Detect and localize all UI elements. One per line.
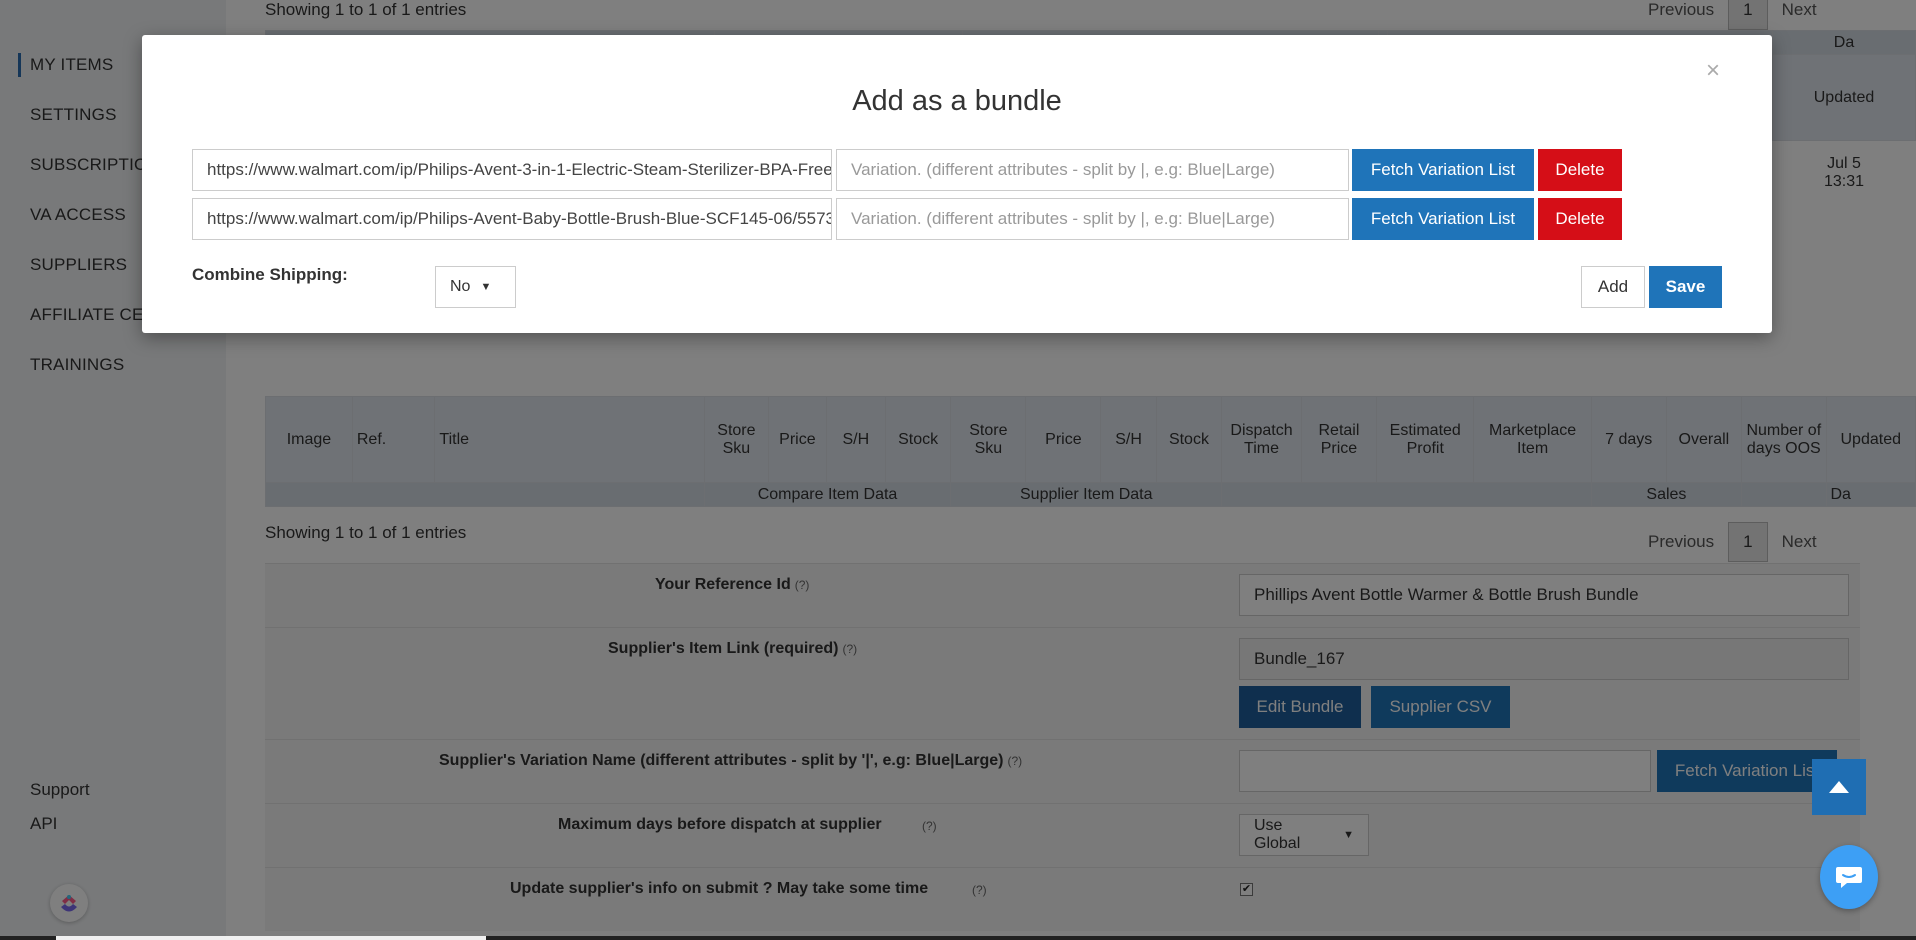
bundle-variation-input-2[interactable]: Variation. (different attributes - split…	[836, 198, 1349, 240]
bundle-url-input-2[interactable]: https://www.walmart.com/ip/Philips-Avent…	[192, 198, 832, 240]
scroll-to-top-button[interactable]	[1812, 759, 1866, 815]
fetch-variation-button-1[interactable]: Fetch Variation List	[1352, 149, 1534, 191]
arrow-up-icon	[1829, 781, 1849, 793]
fetch-variation-button-2[interactable]: Fetch Variation List	[1352, 198, 1534, 240]
combine-shipping-label: Combine Shipping:	[192, 265, 348, 284]
close-icon[interactable]: ×	[1706, 57, 1720, 85]
add-bundle-modal: Add as a bundle × https://www.walmart.co…	[142, 35, 1772, 333]
chat-button[interactable]	[1820, 845, 1878, 909]
bundle-url-input-1[interactable]: https://www.walmart.com/ip/Philips-Avent…	[192, 149, 832, 191]
scrollbar-thumb[interactable]	[56, 936, 486, 940]
bundle-variation-input-1[interactable]: Variation. (different attributes - split…	[836, 149, 1349, 191]
delete-button-2[interactable]: Delete	[1538, 198, 1622, 240]
delete-button-1[interactable]: Delete	[1538, 149, 1622, 191]
save-button[interactable]: Save	[1649, 266, 1722, 308]
chat-icon	[1836, 867, 1862, 888]
add-button[interactable]: Add	[1581, 266, 1645, 308]
bottom-scrollbar[interactable]	[0, 936, 1916, 940]
combine-shipping-select[interactable]: No ▼	[435, 266, 516, 308]
modal-title: Add as a bundle	[852, 85, 1062, 117]
